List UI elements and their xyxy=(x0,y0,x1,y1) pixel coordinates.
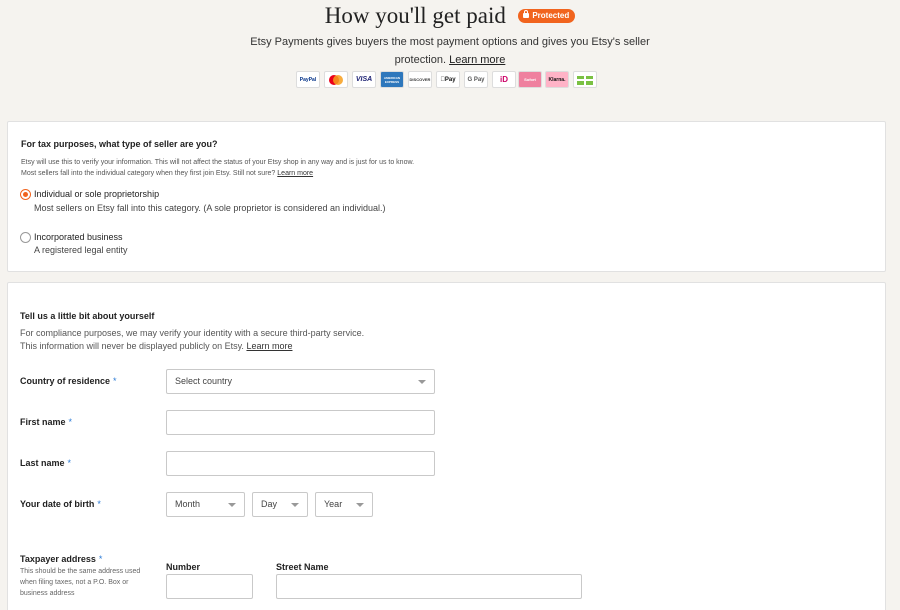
header-subtitle: Etsy Payments gives buyers the most paym… xyxy=(225,33,675,69)
protected-badge: Protected xyxy=(518,9,576,23)
klarna-icon: Klarna. xyxy=(545,71,569,88)
seller-type-info-line1: Etsy will use this to verify your inform… xyxy=(21,159,415,166)
about-note-line1: For compliance purposes, we may verify y… xyxy=(20,328,365,338)
number-label: Number xyxy=(166,562,201,572)
dob-year-select[interactable]: Year xyxy=(315,492,373,517)
last-name-label: Last name * xyxy=(20,458,72,468)
gift-card-icon xyxy=(573,71,597,88)
country-label: Country of residence * xyxy=(20,376,117,386)
country-select[interactable]: Select country xyxy=(166,369,435,394)
option-incorporated-label[interactable]: Incorporated business xyxy=(34,232,123,242)
dob-day-value: Day xyxy=(261,499,278,509)
country-select-value: Select country xyxy=(175,376,233,386)
required-mark: * xyxy=(113,376,117,386)
google-pay-icon: G Pay xyxy=(464,71,488,88)
dob-year-value: Year xyxy=(324,499,343,509)
street-label: Street Name xyxy=(276,562,329,572)
required-mark: * xyxy=(97,499,101,509)
option-individual-label[interactable]: Individual or sole proprietorship xyxy=(34,189,159,199)
last-name-input[interactable] xyxy=(166,451,435,476)
chevron-down-icon xyxy=(228,503,236,507)
seller-type-heading: For tax purposes, what type of seller ar… xyxy=(21,139,218,149)
seller-type-info: Etsy will use this to verify your inform… xyxy=(21,157,871,179)
seller-type-card: For tax purposes, what type of seller ar… xyxy=(7,121,886,272)
chevron-down-icon xyxy=(418,380,426,384)
required-mark: * xyxy=(98,554,103,564)
about-yourself-card: Tell us a little bit about yourself For … xyxy=(7,282,886,610)
option-incorporated-description: A registered legal entity xyxy=(34,245,128,255)
discover-icon: DISCOVER xyxy=(408,71,432,88)
required-mark: * xyxy=(68,417,73,427)
first-name-label: First name * xyxy=(20,417,73,427)
about-note-line2-row: This information will never be displayed… xyxy=(20,340,820,353)
radio-incorporated[interactable] xyxy=(20,232,31,243)
mastercard-icon xyxy=(324,71,348,88)
chevron-down-icon xyxy=(291,503,299,507)
about-learn-more-link[interactable]: Learn more xyxy=(246,341,292,351)
required-mark: * xyxy=(67,458,72,468)
payment-header: How you'll get paid Protected Etsy Payme… xyxy=(0,0,900,110)
address-hint: This should be the same address used whe… xyxy=(20,568,141,597)
about-note: For compliance purposes, we may verify y… xyxy=(20,327,820,353)
ideal-icon: iD xyxy=(492,71,516,88)
address-label: Taxpayer address * xyxy=(20,554,103,564)
chevron-down-icon xyxy=(356,503,364,507)
option-individual-description: Most sellers on Etsy fall into this cate… xyxy=(34,203,386,213)
dob-month-select[interactable]: Month xyxy=(166,492,245,517)
amex-icon: AMERICAN EXPRESS xyxy=(380,71,404,88)
seller-type-info-line2-row: Most sellers fall into the individual ca… xyxy=(21,168,871,179)
seller-type-info-line2: Most sellers fall into the individual ca… xyxy=(21,170,276,177)
seller-type-learn-more-link[interactable]: Learn more xyxy=(277,170,313,177)
paypal-icon: PayPal xyxy=(296,71,320,88)
badge-label: Protected xyxy=(532,11,570,20)
first-name-input[interactable] xyxy=(166,410,435,435)
about-heading: Tell us a little bit about yourself xyxy=(20,311,155,321)
apple-pay-icon: Pay xyxy=(436,71,460,88)
radio-individual[interactable] xyxy=(20,189,31,200)
dob-month-value: Month xyxy=(175,499,201,509)
sofort-icon: Sofort xyxy=(518,71,542,88)
visa-icon: VISA xyxy=(352,71,376,88)
lock-icon xyxy=(523,10,530,18)
page-title: How you'll get paid xyxy=(324,3,506,28)
dob-day-select[interactable]: Day xyxy=(252,492,308,517)
header-learn-more-link[interactable]: Learn more xyxy=(449,54,505,66)
number-input[interactable] xyxy=(166,574,253,599)
title-row: How you'll get paid Protected xyxy=(0,3,900,29)
dob-label: Your date of birth * xyxy=(20,499,101,509)
street-input[interactable] xyxy=(276,574,582,599)
about-note-line2: This information will never be displayed… xyxy=(20,341,244,351)
